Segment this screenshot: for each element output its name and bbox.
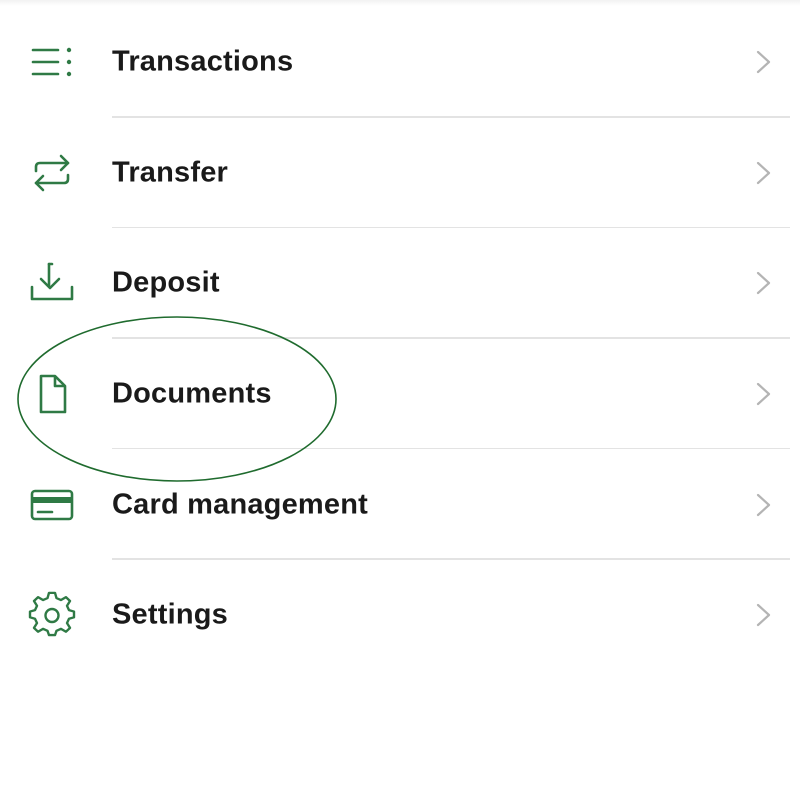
chevron-right-icon: [752, 489, 776, 521]
menu-item-transfer[interactable]: Transfer: [0, 118, 800, 229]
credit-card-icon: [28, 481, 76, 529]
menu-item-label: Settings: [112, 598, 228, 631]
menu-item-label: Transfer: [112, 156, 229, 189]
menu-item-deposit[interactable]: Deposit: [0, 228, 800, 339]
menu-item-label: Deposit: [112, 266, 220, 299]
chevron-right-icon: [752, 378, 776, 410]
menu-item-transactions[interactable]: Transactions: [0, 7, 800, 118]
top-shadow: [0, 0, 800, 6]
menu-list: Transactions Transfer Deposit Documents …: [0, 7, 800, 671]
chevron-right-icon: [752, 46, 776, 78]
transfer-arrows-icon: [28, 149, 76, 197]
chevron-right-icon: [752, 157, 776, 189]
list-icon: [28, 38, 76, 86]
chevron-right-icon: [752, 267, 776, 299]
gear-icon: [28, 591, 76, 639]
menu-item-documents[interactable]: Documents: [0, 339, 800, 450]
menu-item-card-management[interactable]: Card management: [0, 449, 800, 560]
menu-screen: Transactions Transfer Deposit Documents …: [0, 0, 800, 800]
chevron-right-icon: [752, 599, 776, 631]
download-tray-icon: [28, 259, 76, 307]
menu-item-label: Transactions: [112, 45, 294, 78]
document-icon: [28, 370, 76, 418]
menu-item-label: Card management: [112, 488, 369, 521]
menu-item-label: Documents: [112, 377, 272, 410]
menu-item-settings[interactable]: Settings: [0, 560, 800, 671]
